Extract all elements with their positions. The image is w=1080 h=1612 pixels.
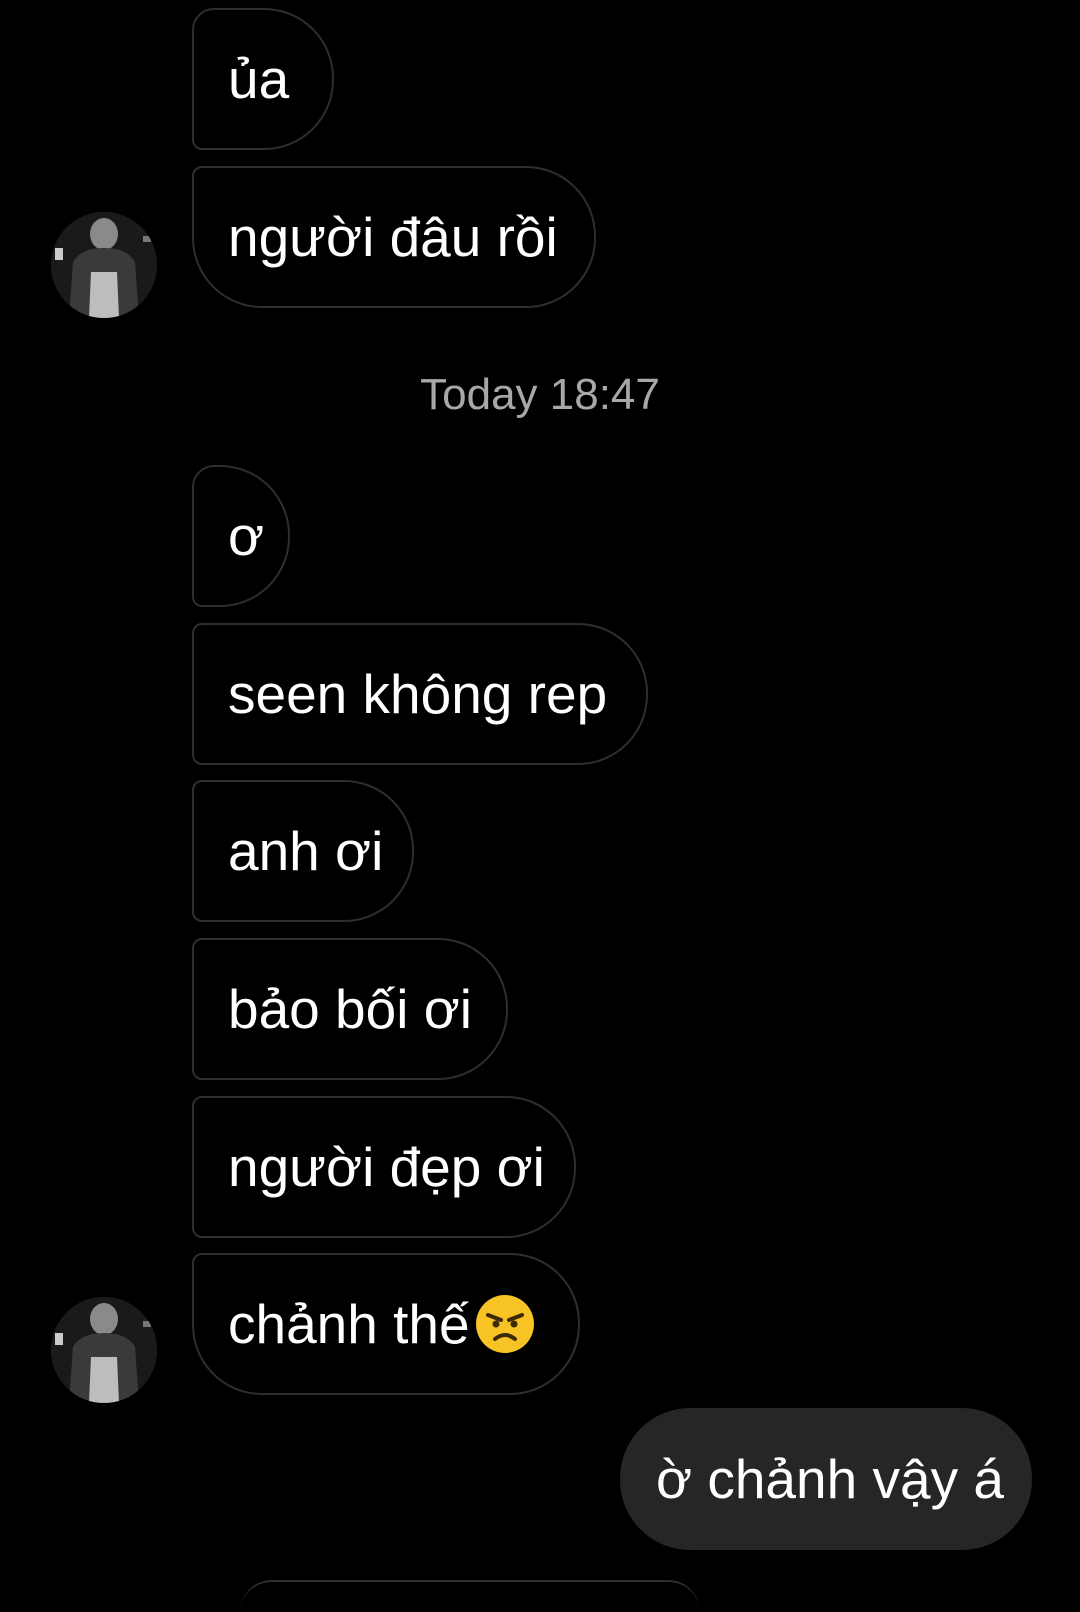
message-text: ờ chảnh vậy á [656,1447,1004,1510]
message-bubble[interactable]: seen không rep [192,623,648,765]
message-bubble[interactable]: chảnh thế [192,1253,580,1395]
message-bubble[interactable]: bảo bối ơi [192,938,508,1080]
person-silhouette-icon [51,1297,157,1403]
profile-avatar[interactable] [51,1297,157,1403]
message-bubble-partial [240,1580,700,1612]
message-timestamp: Today 18:47 [420,370,660,419]
angry-face-emoji-icon [474,1293,536,1355]
message-text: ơ [228,504,265,567]
message-text: chảnh thế [228,1292,470,1355]
message-bubble[interactable]: ơ [192,465,290,607]
message-bubble[interactable]: người đâu rồi [192,166,596,308]
message-text: người đâu rồi [228,205,558,268]
message-text: anh ơi [228,819,384,882]
person-silhouette-icon [51,212,157,318]
profile-avatar[interactable] [51,212,157,318]
message-text: người đẹp ơi [228,1135,545,1198]
my-message-bubble[interactable]: ờ chảnh vậy á [620,1408,1032,1550]
message-text: ủa [228,47,290,110]
message-text: bảo bối ơi [228,977,473,1040]
message-bubble[interactable]: người đẹp ơi [192,1096,576,1238]
message-bubble[interactable]: anh ơi [192,780,414,922]
message-text: seen không rep [228,662,608,725]
message-bubble[interactable]: ủa [192,8,334,150]
